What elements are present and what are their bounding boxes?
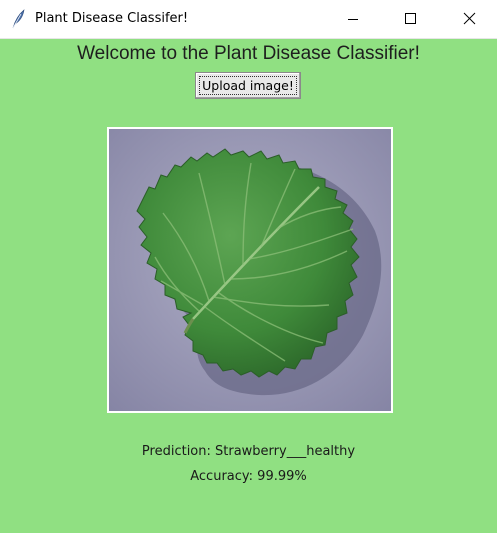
- feather-icon: [10, 9, 26, 29]
- welcome-heading: Welcome to the Plant Disease Classifier!: [77, 43, 420, 64]
- title-bar[interactable]: Plant Disease Classifer!: [0, 0, 497, 39]
- maximize-button[interactable]: [387, 0, 433, 38]
- close-button[interactable]: [446, 0, 492, 38]
- accuracy-label: Accuracy: 99.99%: [190, 469, 307, 484]
- image-preview: [107, 127, 393, 413]
- minimize-button[interactable]: [330, 0, 376, 38]
- upload-image-button[interactable]: Upload image!: [195, 72, 301, 99]
- close-icon: [463, 12, 476, 25]
- app-window: Plant Disease Classifer! Welcome to the …: [0, 0, 497, 533]
- main-panel: Welcome to the Plant Disease Classifier!…: [0, 39, 497, 533]
- prediction-label: Prediction: Strawberry___healthy: [141, 444, 356, 459]
- window-title: Plant Disease Classifer!: [35, 11, 189, 26]
- minimize-icon: [348, 19, 358, 20]
- maximize-icon: [405, 13, 416, 24]
- strawberry-leaf-image: [109, 129, 391, 411]
- upload-button-label: Upload image!: [202, 78, 294, 93]
